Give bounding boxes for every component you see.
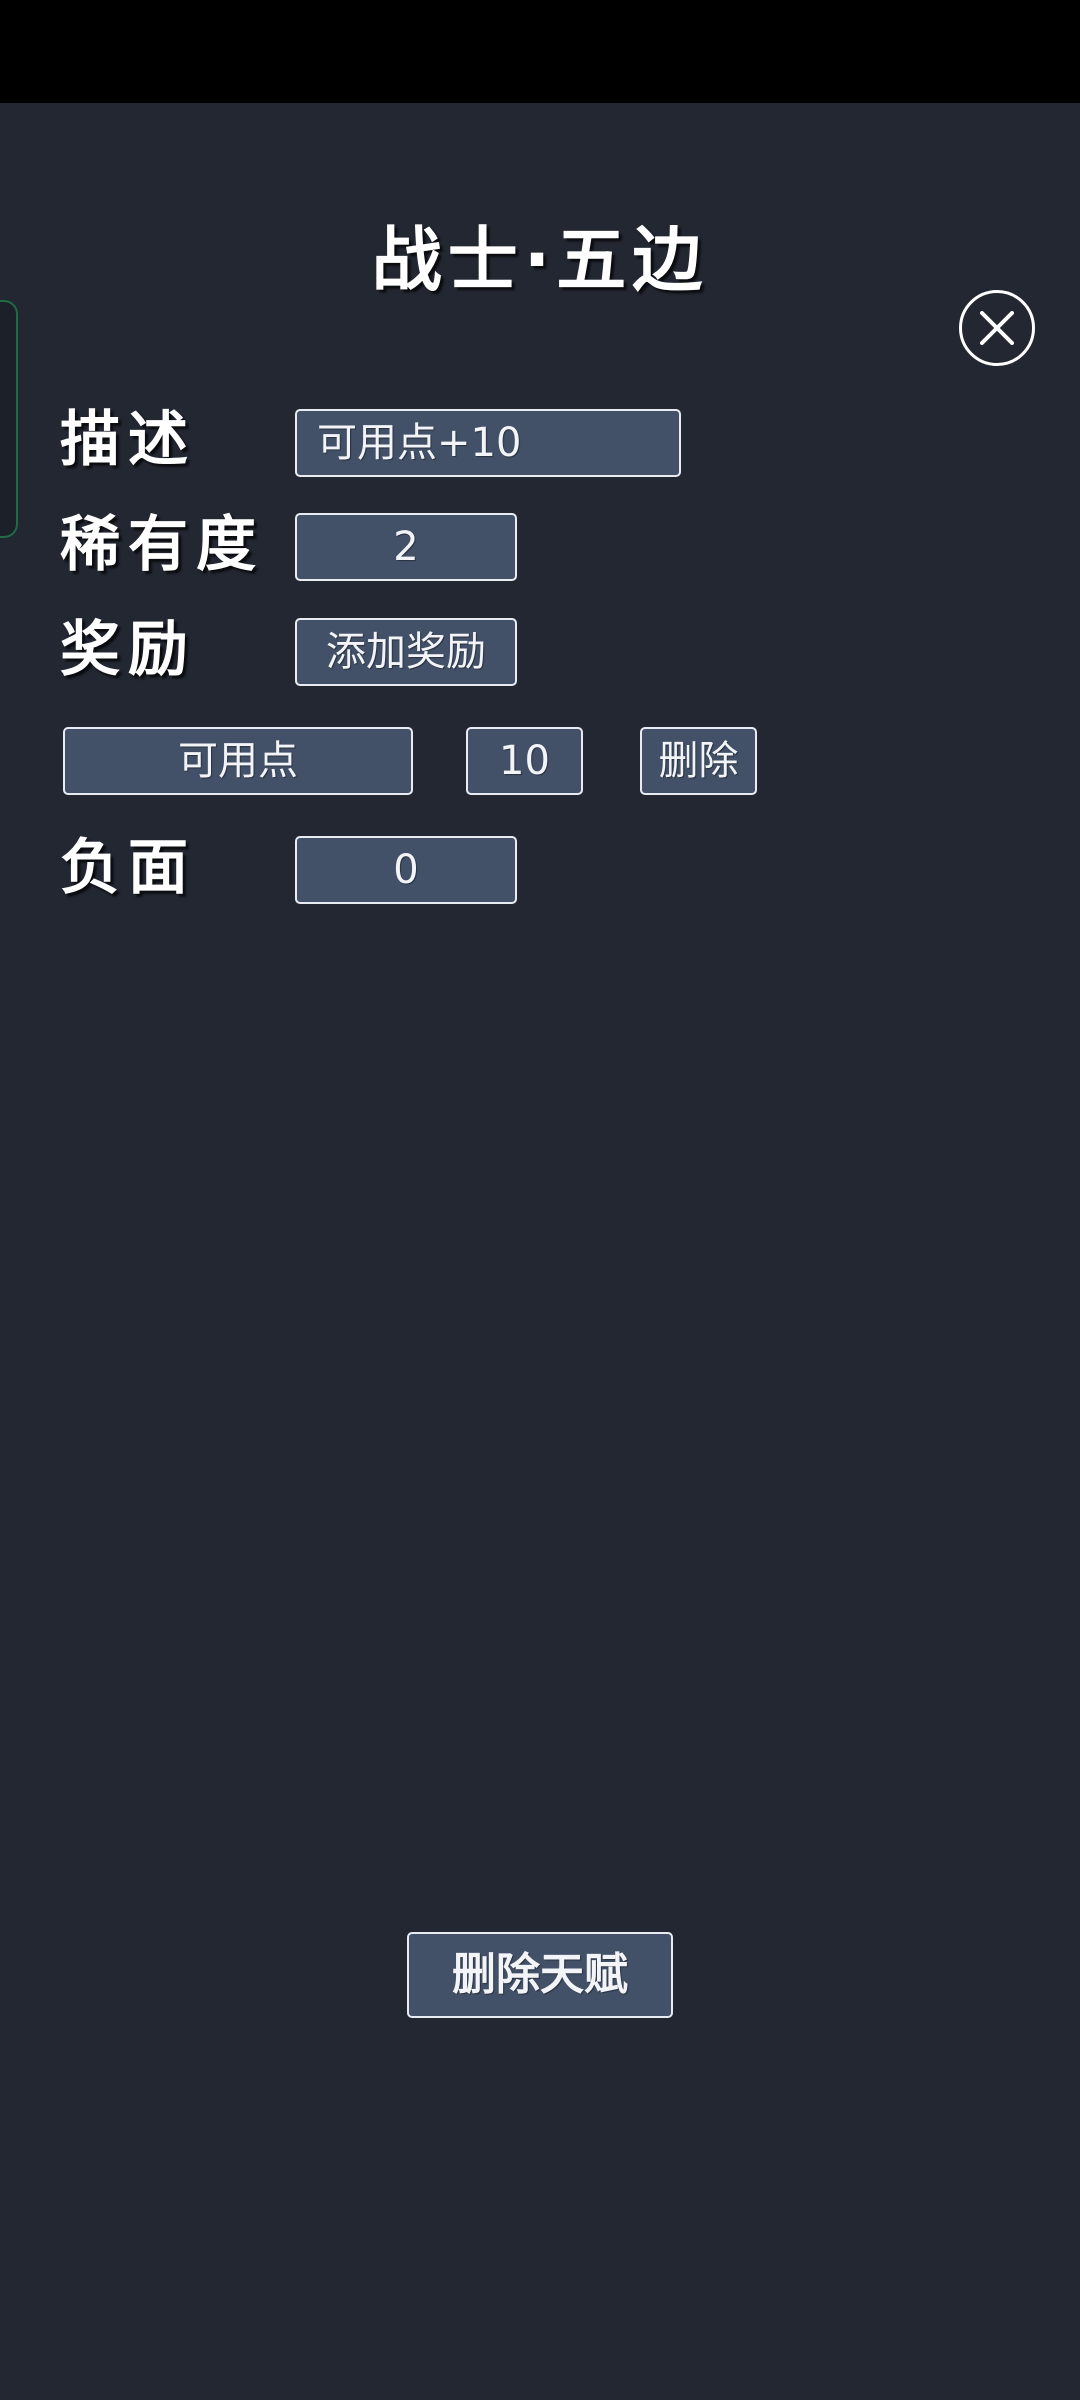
rarity-label: 稀有度 (60, 510, 264, 580)
delete-talent-button[interactable]: 删除天赋 (407, 1932, 673, 2018)
close-icon (980, 311, 1014, 345)
negative-field[interactable]: 0 (295, 836, 517, 904)
reward-type-select[interactable]: 可用点 (63, 727, 413, 795)
delete-reward-button[interactable]: 删除 (640, 727, 757, 795)
rarity-field[interactable]: 2 (295, 513, 517, 581)
negative-label: 负面 (60, 833, 196, 903)
status-bar (0, 0, 1080, 103)
side-drawer-handle[interactable] (0, 300, 18, 538)
page-title: 战士·五边 (371, 219, 709, 301)
reward-amount-field[interactable]: 10 (466, 727, 583, 795)
close-button[interactable] (959, 290, 1035, 366)
description-label: 描述 (60, 405, 196, 475)
add-reward-button[interactable]: 添加奖励 (295, 618, 517, 686)
reward-label: 奖励 (60, 615, 196, 685)
description-field[interactable]: 可用点+10 (295, 409, 681, 477)
